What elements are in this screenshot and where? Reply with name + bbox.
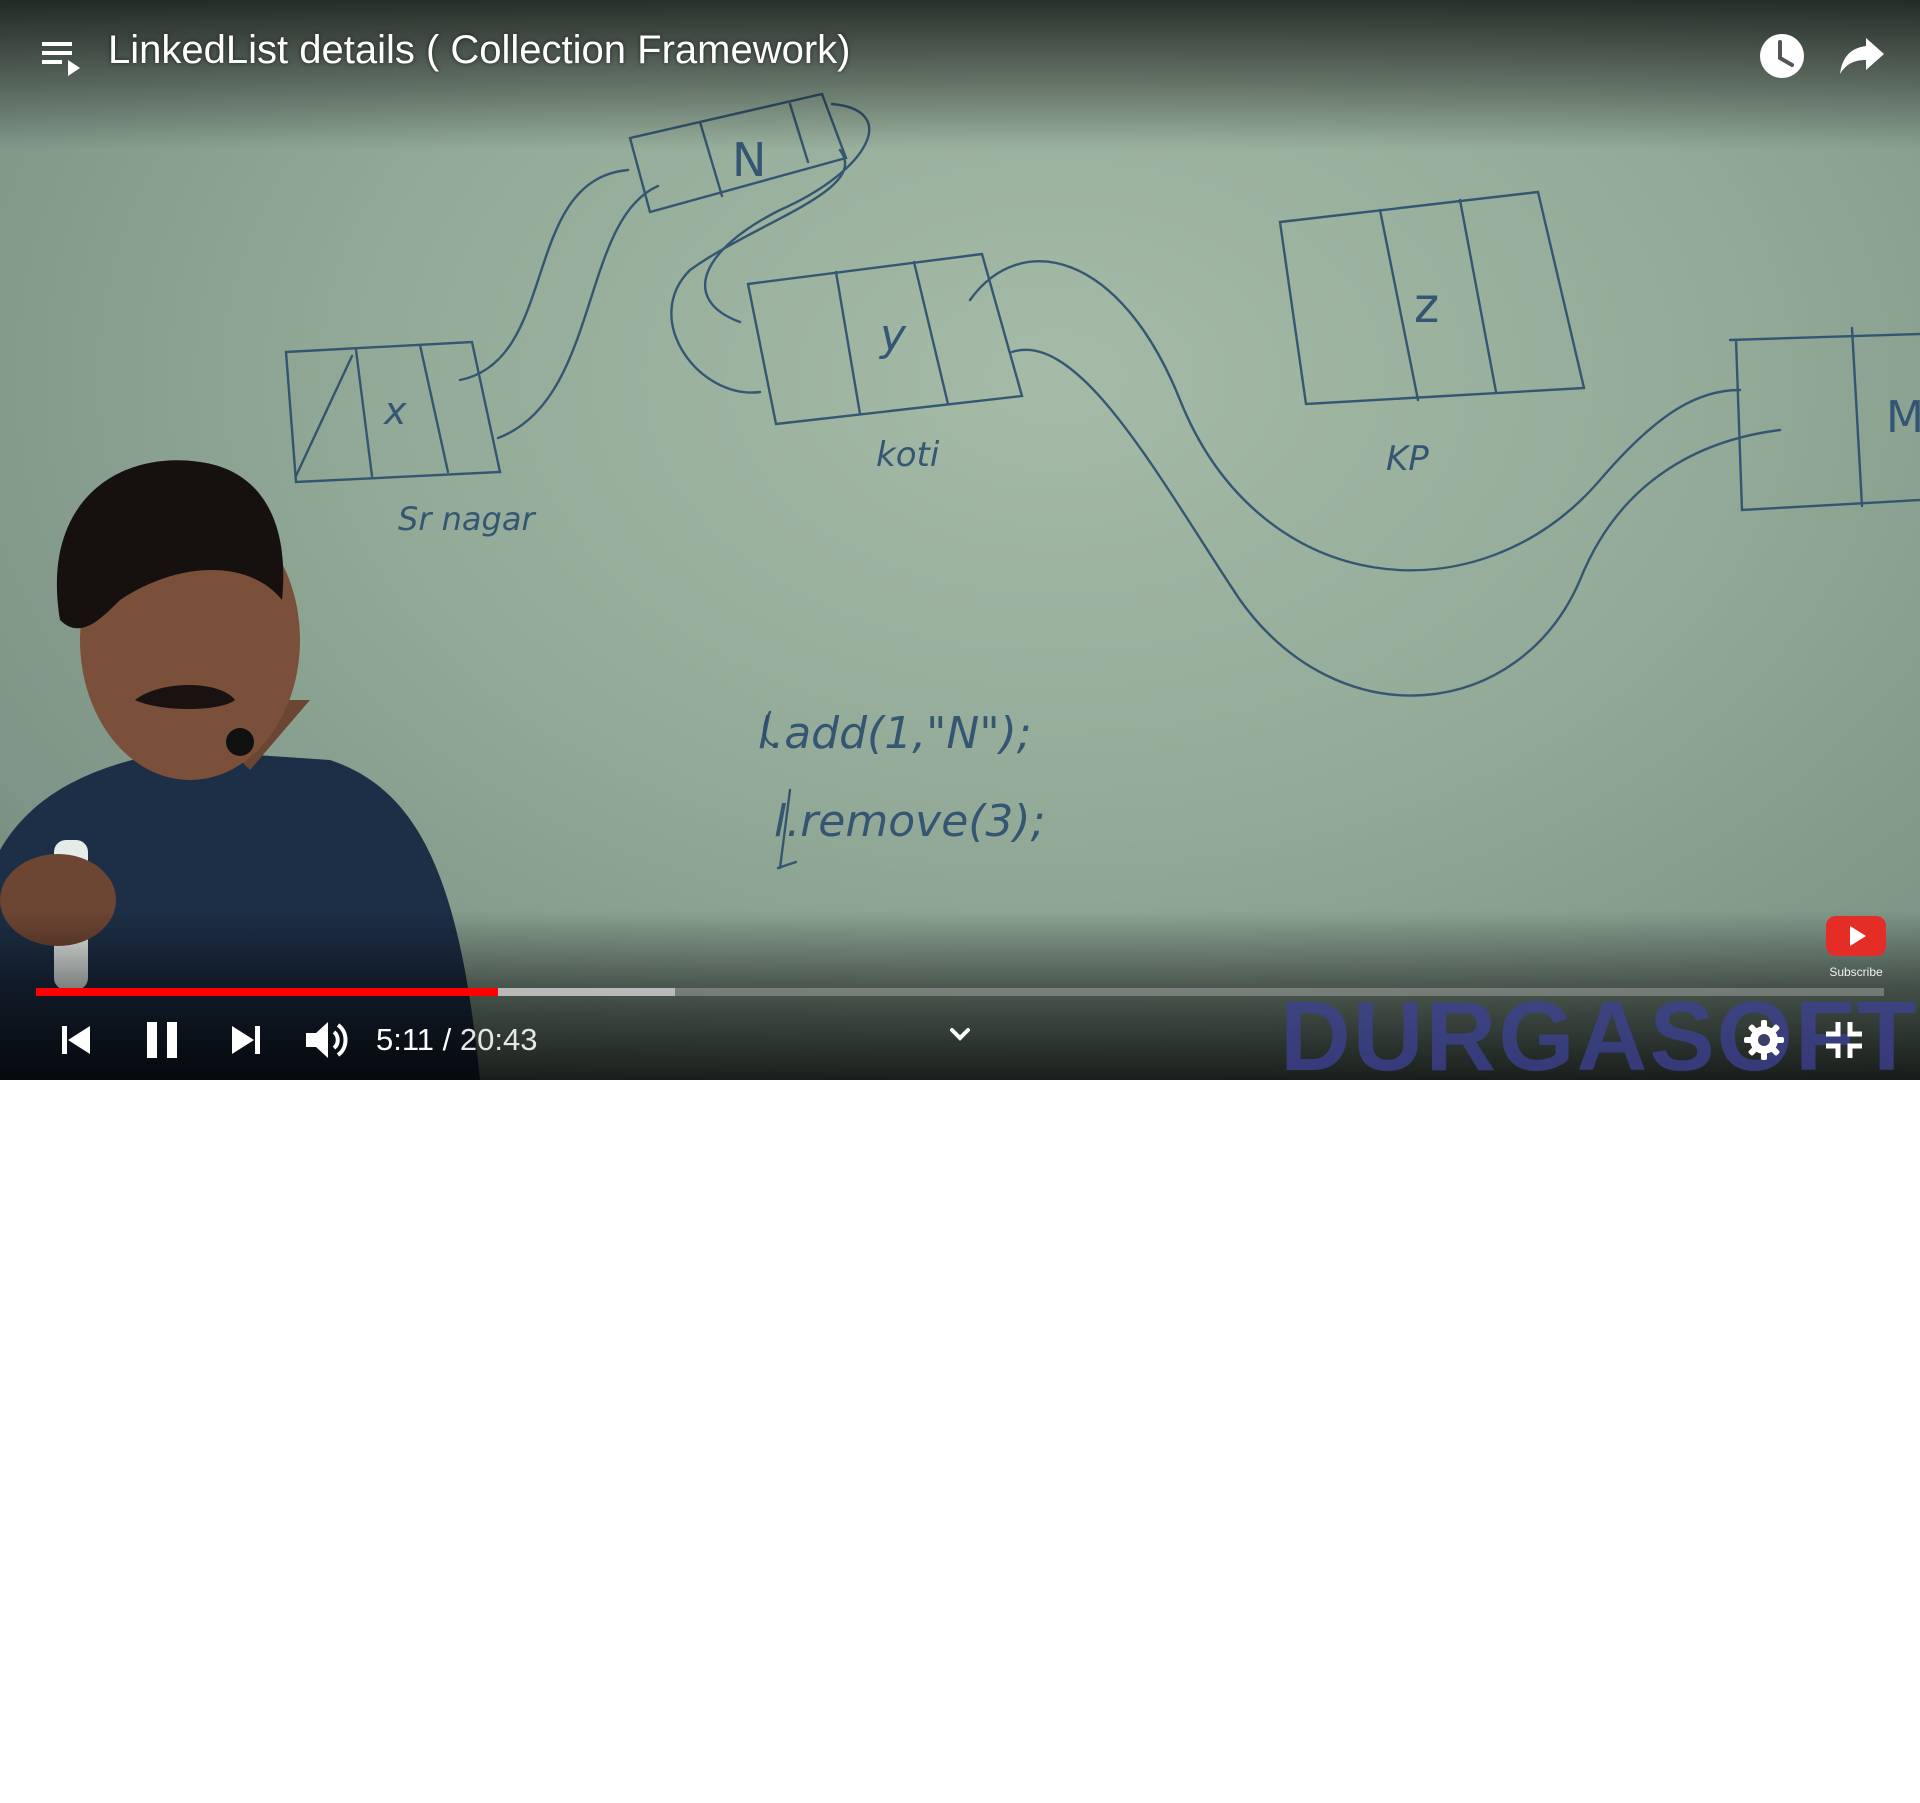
video-title[interactable]: LinkedList details ( Collection Framewor… [108,28,851,73]
playlist-button[interactable] [38,34,84,80]
subscribe-label: Subscribe [1829,965,1883,979]
share-button[interactable] [1836,30,1888,82]
duration: 20:43 [459,1022,538,1057]
playlist-icon [42,42,80,76]
chevron-down-icon [950,1028,970,1041]
subscribe-button[interactable]: Subscribe [1822,916,1890,979]
expand-details-button[interactable] [932,1008,988,1064]
gear-icon [1744,1020,1784,1060]
skip-next-icon [232,1026,260,1054]
video-player[interactable]: x N y z M Sr nagar koti KP l.add(1,"N");… [0,0,1920,1080]
clock-icon [1760,34,1804,78]
pause-icon [147,1022,177,1058]
settings-button[interactable] [1736,1012,1792,1068]
volume-button[interactable] [298,1012,354,1068]
player-controls: 5:11 / 20:43 [0,1004,1920,1074]
time-separator: / [434,1022,460,1057]
exit-fullscreen-button[interactable] [1816,1012,1872,1068]
watch-later-button[interactable] [1756,30,1808,82]
share-arrow-icon [1840,38,1884,74]
youtube-subscribe-icon [1826,916,1886,956]
skip-previous-icon [62,1026,90,1054]
progress-bar[interactable] [36,988,1884,996]
progress-played [36,988,498,996]
player-top-bar: LinkedList details ( Collection Framewor… [0,0,1920,110]
previous-button[interactable] [48,1012,104,1068]
exit-fullscreen-icon [1826,1022,1862,1058]
time-display: 5:11 / 20:43 [376,1022,537,1058]
pause-button[interactable] [134,1012,190,1068]
current-time: 5:11 [376,1022,435,1057]
next-button[interactable] [218,1012,274,1068]
volume-icon [306,1022,348,1058]
